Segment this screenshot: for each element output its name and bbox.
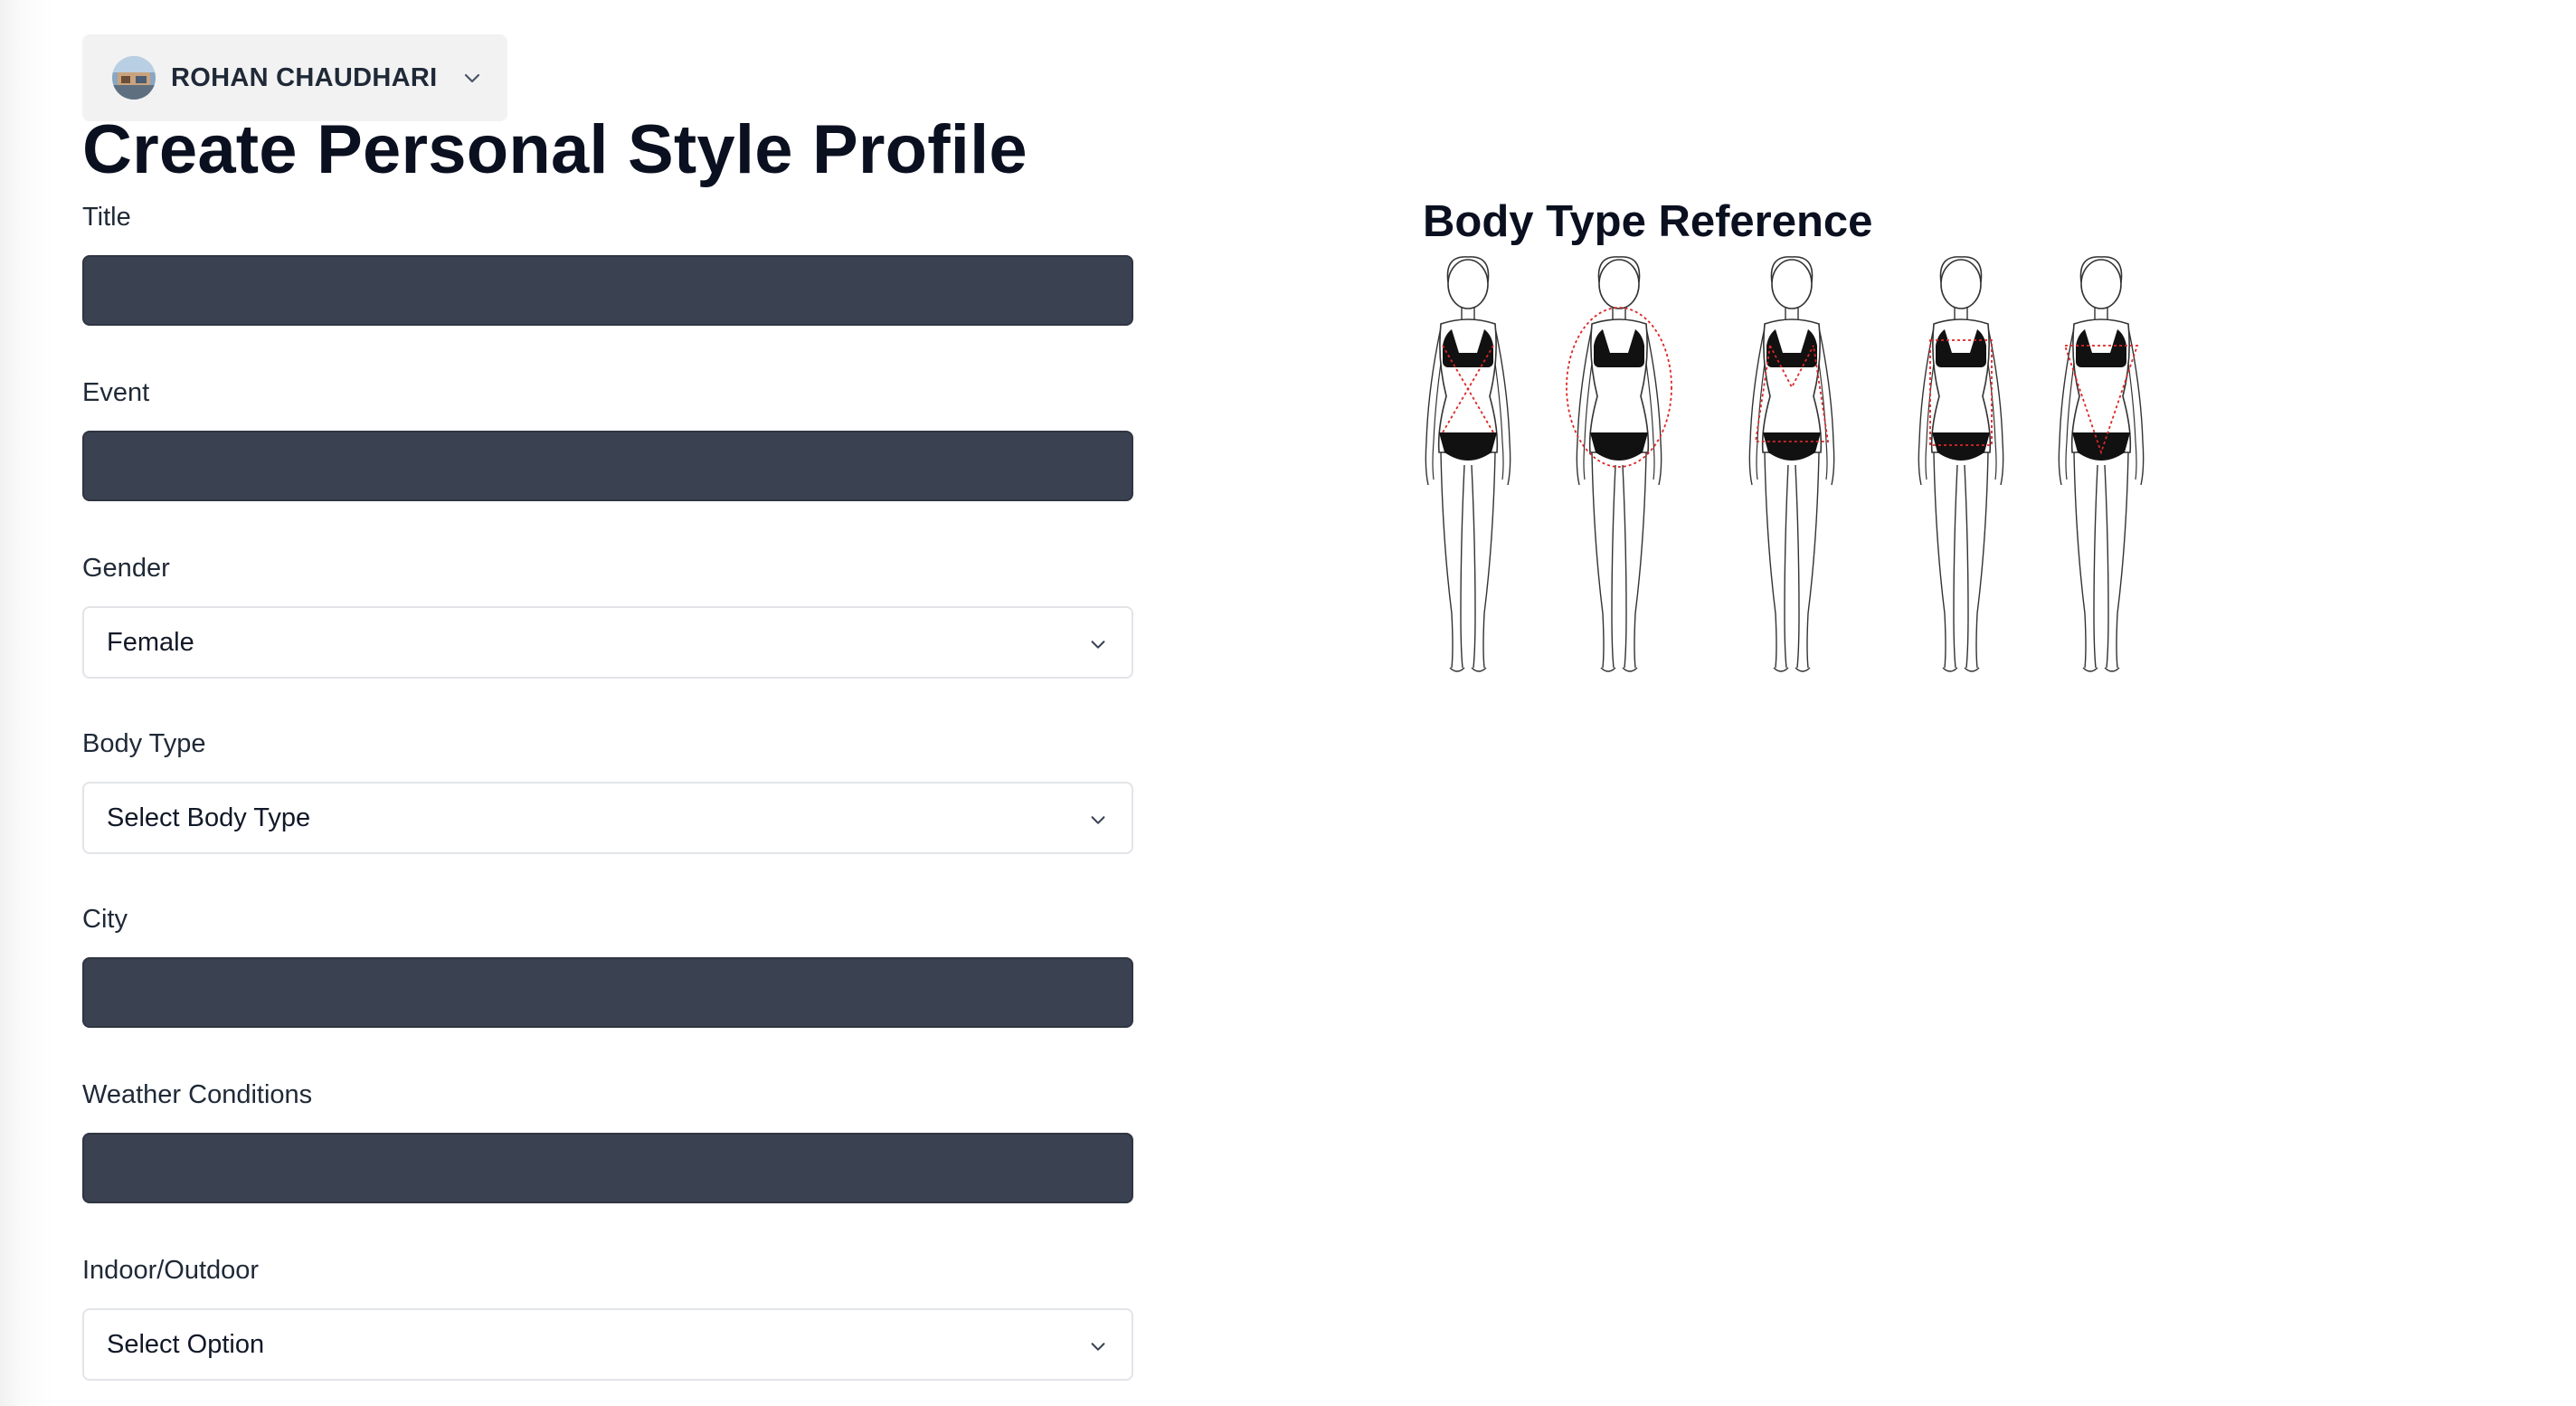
- body-type-field-group: Body Type Select Body Type: [82, 727, 1133, 854]
- user-menu-button[interactable]: ROHAN CHAUDHARI: [82, 34, 507, 121]
- page: ROHAN CHAUDHARI Create Personal Style Pr…: [0, 0, 2576, 1406]
- chevron-down-icon: [1091, 816, 1105, 824]
- indoor-outdoor-field-group: Indoor/Outdoor Select Option: [82, 1254, 1133, 1381]
- indoor-outdoor-select[interactable]: Select Option: [82, 1308, 1133, 1381]
- title-input[interactable]: [82, 255, 1133, 326]
- gender-field-group: Gender Female: [82, 552, 1133, 679]
- user-avatar: [112, 56, 156, 100]
- gender-select-value: Female: [107, 627, 194, 657]
- body-figure-2: [1566, 256, 1672, 672]
- indoor-outdoor-label: Indoor/Outdoor: [82, 1256, 260, 1285]
- indoor-outdoor-select-value: Select Option: [107, 1329, 265, 1359]
- event-field-group: Event: [82, 376, 1133, 501]
- body-type-select-value: Select Body Type: [107, 803, 311, 832]
- weather-input[interactable]: [82, 1133, 1133, 1203]
- body-type-select[interactable]: Select Body Type: [82, 782, 1133, 854]
- page-title: Create Personal Style Profile: [82, 111, 1028, 188]
- user-name: ROHAN CHAUDHARI: [171, 62, 438, 92]
- body-type-label: Body Type: [82, 729, 206, 758]
- gender-label: Gender: [82, 554, 170, 583]
- weather-label: Weather Conditions: [82, 1080, 313, 1109]
- body-type-reference-image: [1425, 256, 2145, 672]
- title-field-group: Title: [82, 201, 1133, 326]
- city-input[interactable]: [82, 957, 1133, 1028]
- body-figure-3: [1748, 256, 1835, 672]
- body-figure-4: [1918, 256, 2004, 672]
- gender-select[interactable]: Female: [82, 606, 1133, 679]
- body-figure-1: [1425, 256, 1511, 672]
- chevron-down-icon: [1091, 1343, 1105, 1351]
- body-figure-5: [2058, 256, 2145, 672]
- city-label: City: [82, 905, 128, 934]
- city-field-group: City: [82, 903, 1133, 1028]
- body-type-reference-title: Body Type Reference: [1423, 197, 1873, 246]
- title-label: Title: [82, 203, 131, 232]
- event-input[interactable]: [82, 431, 1133, 501]
- event-label: Event: [82, 378, 150, 407]
- chevron-down-icon: [464, 73, 479, 83]
- chevron-down-icon: [1091, 641, 1105, 649]
- weather-field-group: Weather Conditions: [82, 1078, 1133, 1203]
